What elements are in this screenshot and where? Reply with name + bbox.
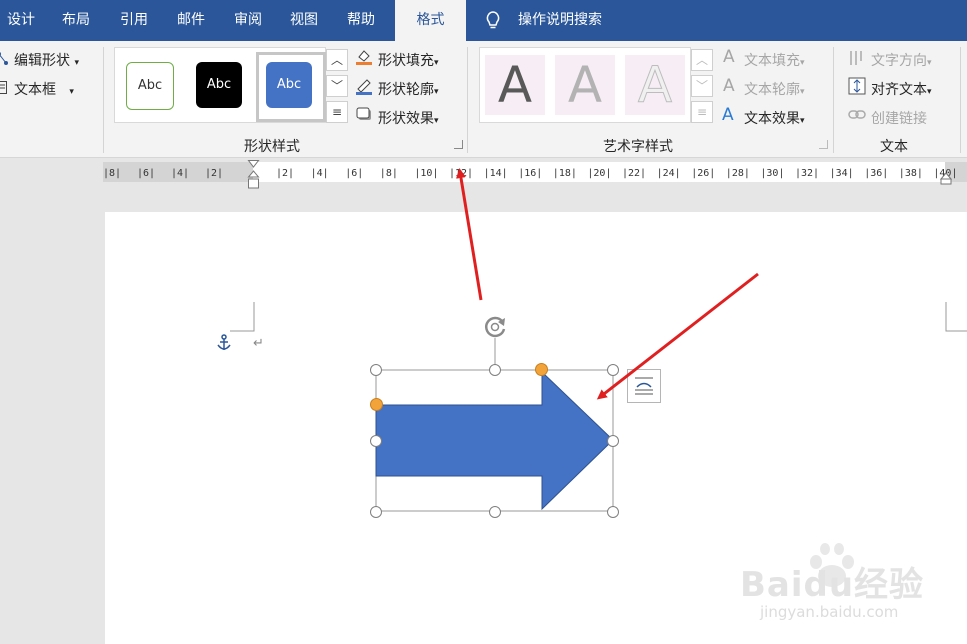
annotation-arrow-shape	[596, 272, 759, 400]
watermark-url: jingyan.baidu.com	[760, 603, 899, 621]
watermark-brand: Baidu经验	[740, 565, 925, 605]
annotation-arrow-ruler	[456, 168, 483, 301]
